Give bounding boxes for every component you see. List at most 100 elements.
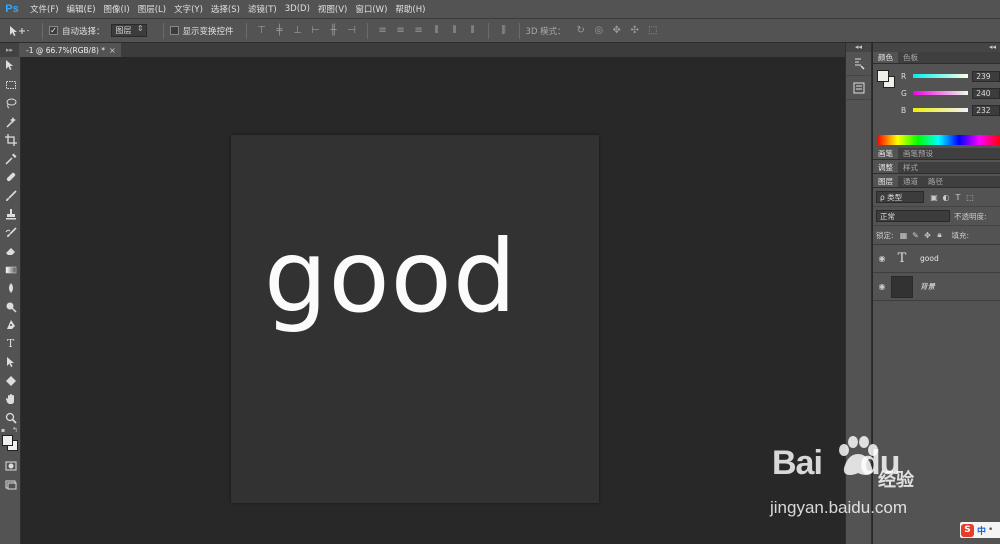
properties-panel-icon[interactable] (846, 76, 871, 100)
color-spectrum-bar[interactable] (877, 135, 1000, 145)
tab-color[interactable]: 颜色 (873, 52, 898, 63)
distribute-top-icon[interactable]: ≡ (377, 25, 389, 37)
crop-tool-icon[interactable] (0, 131, 21, 150)
menu-type[interactable]: 文字(Y) (174, 3, 203, 15)
filter-pixel-icon[interactable]: ▣ (928, 191, 940, 203)
move-tool-preset-icon[interactable] (8, 22, 36, 40)
3d-scale-icon[interactable]: ⬚ (647, 25, 659, 37)
close-tab-icon[interactable]: × (109, 46, 116, 55)
layer-row-text[interactable]: ◉ T good (873, 245, 1000, 273)
distribute-bottom-icon[interactable]: ≡ (413, 25, 425, 37)
lock-transparent-icon[interactable]: ▦ (898, 229, 910, 241)
green-value-input[interactable]: 240 (972, 87, 1000, 99)
pen-tool-icon[interactable] (0, 316, 21, 335)
dock-collapse-icon[interactable]: ◂◂ (846, 43, 871, 52)
distribute-hcenter-icon[interactable]: ⫴ (449, 25, 461, 37)
auto-select-dropdown[interactable]: 图层 (110, 24, 147, 37)
move-tool-icon[interactable] (0, 57, 21, 76)
tab-styles[interactable]: 样式 (898, 162, 923, 173)
type-tool-icon[interactable]: T (0, 335, 21, 354)
foreground-color-swatch[interactable] (2, 435, 13, 446)
3d-rotate-icon[interactable]: ↻ (575, 25, 587, 37)
tab-adjustments[interactable]: 调整 (873, 162, 898, 173)
blur-tool-icon[interactable] (0, 279, 21, 298)
lock-position-icon[interactable]: ✥ (922, 229, 934, 241)
lock-all-icon[interactable]: 🔒︎ (934, 229, 946, 241)
menu-window[interactable]: 窗口(W) (355, 3, 387, 15)
distribute-right-icon[interactable]: ⫴ (467, 25, 479, 37)
quick-mask-icon[interactable] (0, 457, 21, 476)
zoom-tool-icon[interactable] (0, 409, 21, 428)
align-bottom-icon[interactable]: ⊥ (292, 25, 304, 37)
visibility-eye-icon[interactable]: ◉ (873, 254, 891, 263)
align-top-icon[interactable]: ⊤ (256, 25, 268, 37)
document-workspace[interactable]: good (22, 57, 844, 544)
filter-shape-icon[interactable]: ⬚ (964, 191, 976, 203)
visibility-eye-icon[interactable]: ◉ (873, 282, 891, 291)
filter-type-icon[interactable]: T (952, 191, 964, 203)
menu-layer[interactable]: 图层(L) (138, 3, 166, 15)
3d-roll-icon[interactable]: ◎ (593, 25, 605, 37)
screen-mode-icon[interactable] (0, 476, 21, 495)
menu-file[interactable]: 文件(F) (30, 3, 59, 15)
layer-row-background[interactable]: ◉ 背景 (873, 273, 1000, 301)
gradient-tool-icon[interactable] (0, 261, 21, 280)
quick-select-tool-icon[interactable] (0, 113, 21, 132)
dodge-tool-icon[interactable] (0, 298, 21, 317)
tab-swatches[interactable]: 色板 (898, 52, 923, 63)
align-hcenter-icon[interactable]: ╫ (328, 25, 340, 37)
blue-value-input[interactable]: 232 (972, 104, 1000, 116)
lock-image-icon[interactable]: ✎ (910, 229, 922, 241)
menu-edit[interactable]: 编辑(E) (67, 3, 96, 15)
menu-filter[interactable]: 滤镜(T) (248, 3, 277, 15)
swap-colors-icon[interactable]: ↰ (12, 426, 18, 434)
distribute-left-icon[interactable]: ⫴ (431, 25, 443, 37)
canvas-text-good[interactable]: good (264, 227, 517, 327)
auto-select-checkbox[interactable]: ✓ (49, 26, 58, 35)
history-panel-icon[interactable] (846, 52, 871, 76)
panels-collapse-icon[interactable]: ◂◂ (873, 43, 1000, 52)
red-slider[interactable] (912, 74, 969, 78)
tab-brush-presets[interactable]: 画笔预设 (898, 148, 938, 159)
eraser-tool-icon[interactable] (0, 242, 21, 261)
healing-brush-tool-icon[interactable] (0, 168, 21, 187)
tab-paths[interactable]: 路径 (923, 176, 948, 187)
document-canvas[interactable]: good (231, 135, 599, 503)
red-value-input[interactable]: 239 (972, 70, 1000, 82)
green-slider[interactable] (912, 91, 969, 95)
marquee-tool-icon[interactable] (0, 76, 21, 95)
toolbar-collapse-icon[interactable]: ▸▸ (0, 43, 19, 57)
3d-drag-icon[interactable]: ✥ (611, 25, 623, 37)
blend-mode-dropdown[interactable]: 正常 (876, 210, 950, 222)
panel-foreground-swatch[interactable] (877, 70, 889, 82)
ime-indicator[interactable]: S 中 • (960, 522, 1000, 538)
distribute-vcenter-icon[interactable]: ≡ (395, 25, 407, 37)
brush-tool-icon[interactable] (0, 187, 21, 206)
menu-view[interactable]: 视图(V) (318, 3, 347, 15)
show-transform-checkbox[interactable] (169, 26, 179, 35)
blue-slider[interactable] (912, 108, 969, 112)
eyedropper-tool-icon[interactable] (0, 150, 21, 169)
menu-3d[interactable]: 3D(D) (285, 4, 310, 14)
history-brush-tool-icon[interactable] (0, 224, 21, 243)
auto-align-icon[interactable]: ⫼ (498, 25, 510, 37)
filter-adjustment-icon[interactable]: ◐ (940, 191, 952, 203)
tab-channels[interactable]: 通道 (898, 176, 923, 187)
tab-layers[interactable]: 图层 (873, 176, 898, 187)
color-swatches[interactable]: ▪ ↰ (0, 426, 21, 457)
align-left-icon[interactable]: ⊢ (310, 25, 322, 37)
path-selection-tool-icon[interactable] (0, 353, 21, 372)
menu-select[interactable]: 选择(S) (211, 3, 240, 15)
menu-image[interactable]: 图像(I) (104, 3, 130, 15)
layer-filter-dropdown[interactable]: ρ 类型 (876, 191, 924, 203)
default-colors-icon[interactable]: ▪ (1, 427, 5, 434)
3d-slide-icon[interactable]: ✣ (629, 25, 641, 37)
shape-tool-icon[interactable] (0, 372, 21, 391)
clone-stamp-tool-icon[interactable] (0, 205, 21, 224)
lasso-tool-icon[interactable] (0, 94, 21, 113)
tab-brush[interactable]: 画笔 (873, 148, 898, 159)
menu-help[interactable]: 帮助(H) (395, 3, 425, 15)
hand-tool-icon[interactable] (0, 390, 21, 409)
align-right-icon[interactable]: ⊣ (346, 25, 358, 37)
align-vcenter-icon[interactable]: ╪ (274, 25, 286, 37)
